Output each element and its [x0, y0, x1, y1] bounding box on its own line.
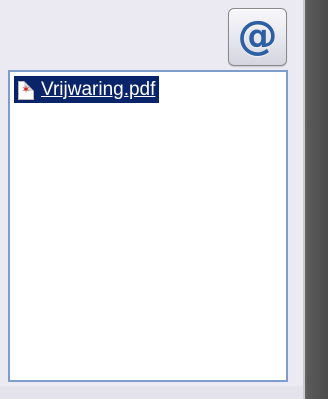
attachment-list[interactable]: ✶ Vrijwaring.pdf	[8, 70, 288, 382]
attachment-item[interactable]: ✶ Vrijwaring.pdf	[14, 76, 160, 103]
at-sign-icon: @	[237, 13, 278, 59]
panel-bottom-strip	[0, 386, 303, 399]
pdf-file-icon: ✶	[18, 80, 34, 100]
attachment-file-name[interactable]: Vrijwaring.pdf	[41, 76, 155, 103]
email-button[interactable]: @	[228, 8, 287, 66]
frame-divider	[303, 0, 305, 399]
window-frame-right	[303, 0, 328, 399]
